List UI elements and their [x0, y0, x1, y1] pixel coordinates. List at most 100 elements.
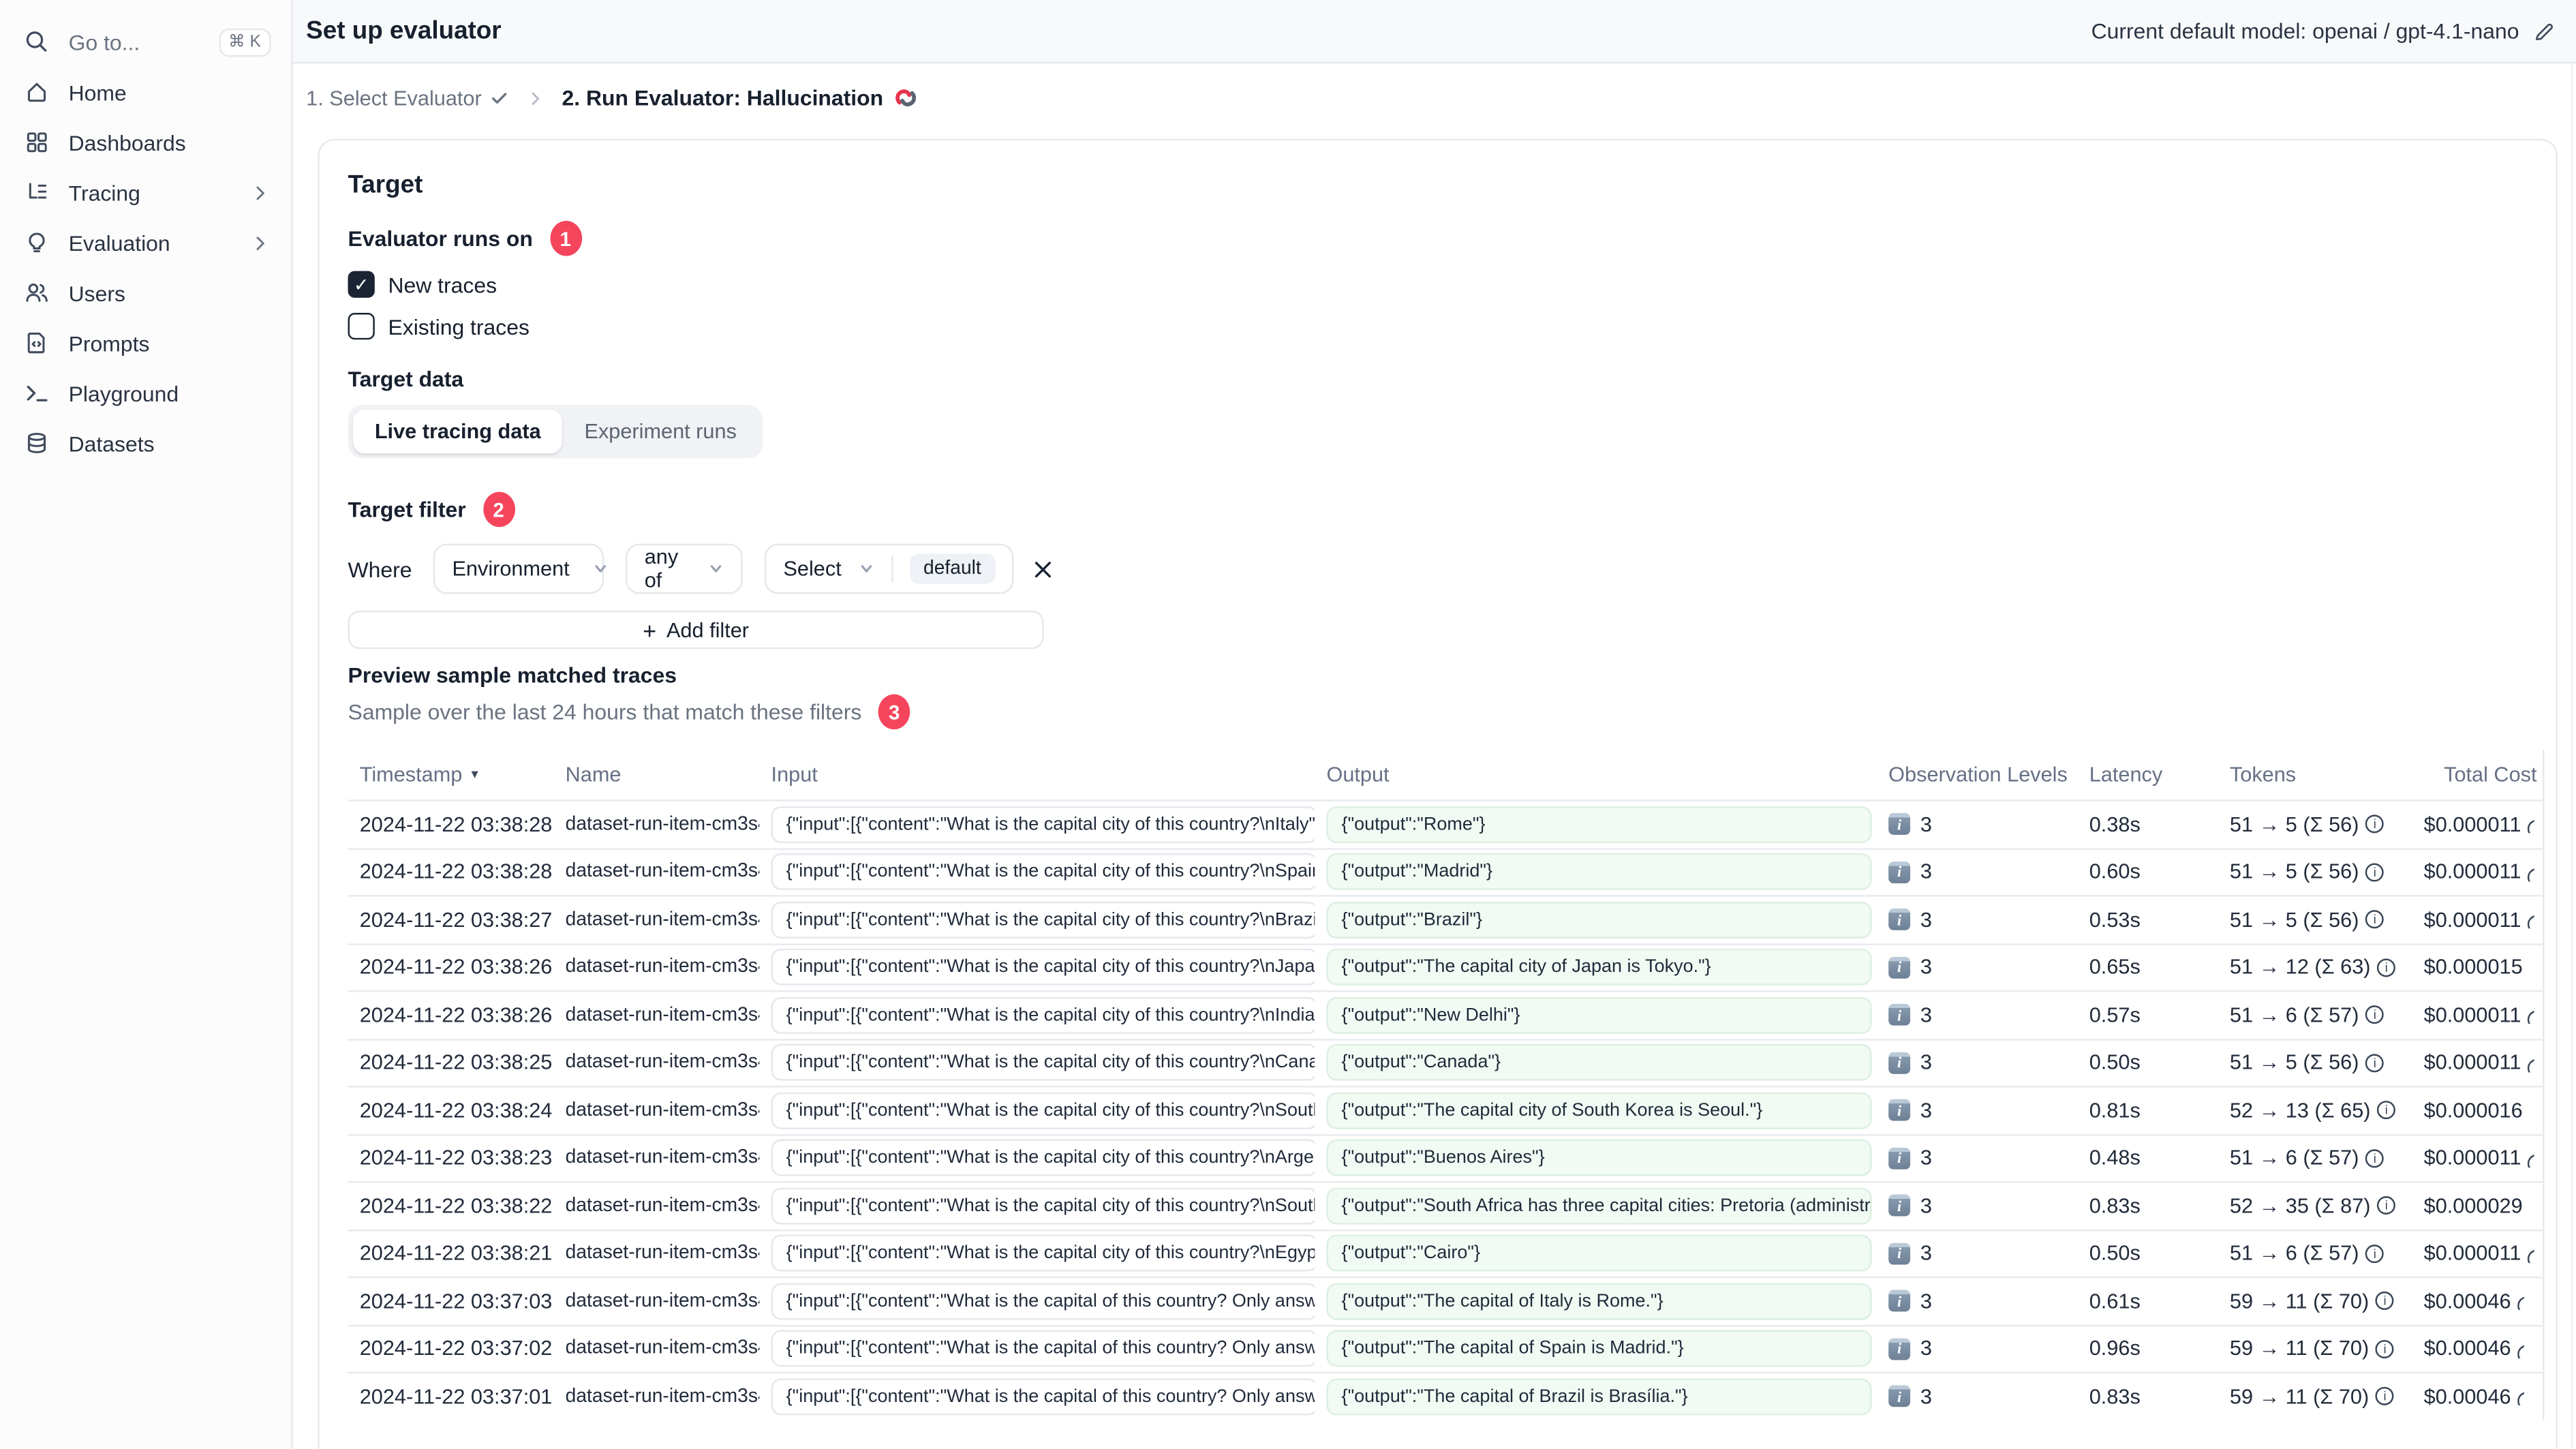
preview-subtitle: Sample over the last 24 hours that match…: [348, 699, 862, 724]
input-json-box: {"input":[{"content":"What is the capita…: [771, 1044, 1315, 1082]
info-circle-icon[interactable]: i: [2365, 1005, 2385, 1024]
cell-timestamp: 2024-11-22 03:38:23: [359, 1146, 553, 1170]
tab-live-tracing-data[interactable]: Live tracing data: [352, 410, 563, 454]
cell-name: dataset-run-item-cm3s4: [565, 1005, 760, 1026]
remove-filter-button[interactable]: [1031, 558, 1053, 580]
info-circle-icon[interactable]: i: [2365, 1148, 2385, 1168]
input-json-box: {"input":[{"content":"What is the capita…: [771, 1377, 1315, 1415]
cell-name: dataset-run-item-cm3s4: [565, 1291, 760, 1311]
table-row[interactable]: 2024-11-22 03:38:26 dataset-run-item-cm3s…: [348, 990, 2543, 1038]
check-icon: [490, 89, 508, 107]
cost-value: $0.00046: [2423, 1337, 2511, 1361]
cell-total-cost: $0.000011 i: [2414, 1003, 2543, 1026]
sidebar-goto-search[interactable]: Go to... ⌘ K: [0, 17, 291, 67]
info-square-icon: i: [1888, 1099, 1911, 1122]
cell-total-cost: $0.000011 i: [2414, 908, 2543, 932]
target-data-tabs: Live tracing data Experiment runs: [348, 405, 764, 459]
cell-output: {"output":"Madrid"}: [1315, 853, 1878, 891]
sidebar-item-prompts[interactable]: Prompts: [0, 318, 291, 368]
add-filter-button[interactable]: + Add filter: [348, 610, 1044, 650]
sidebar-item-tracing[interactable]: Tracing: [0, 167, 291, 217]
input-json-box: {"input":[{"content":"What is the capita…: [771, 1330, 1315, 1367]
cell-output: {"output":"Cairo"}: [1315, 1235, 1878, 1272]
cell-tokens: 51 → 12 (Σ 63) i: [2222, 956, 2414, 979]
table-row[interactable]: 2024-11-22 03:38:27 dataset-run-item-cm3s…: [348, 895, 2543, 943]
table-row[interactable]: 2024-11-22 03:38:28 dataset-run-item-cm3s…: [348, 847, 2543, 895]
where-label: Where: [348, 556, 412, 581]
column-header-observation-levels[interactable]: Observation Levels: [1878, 763, 2081, 786]
table-row[interactable]: 2024-11-22 03:38:25 dataset-run-item-cm3s…: [348, 1038, 2543, 1086]
sidebar-item-dashboards[interactable]: Dashboards: [0, 117, 291, 168]
table-row[interactable]: 2024-11-22 03:38:26 dataset-run-item-cm3s…: [348, 943, 2543, 990]
sidebar-item-label: Prompts: [68, 330, 150, 356]
tokens-value: 51 → 12 (Σ 63): [2229, 956, 2371, 979]
clipped-info-circle-icon: i: [2528, 815, 2535, 834]
info-circle-icon[interactable]: i: [2376, 1387, 2395, 1406]
cell-latency: 0.81s: [2089, 1099, 2141, 1123]
table-row[interactable]: 2024-11-22 03:38:21 dataset-run-item-cm3s…: [348, 1228, 2543, 1277]
input-json-box: {"input":[{"content":"What is the capita…: [771, 1092, 1315, 1129]
clipped-info-circle-icon: i: [2528, 1054, 2535, 1072]
column-header-tokens[interactable]: Tokens: [2222, 763, 2414, 786]
column-header-latency[interactable]: Latency: [2081, 763, 2221, 786]
cost-value: $0.000029: [2423, 1193, 2523, 1218]
table-row[interactable]: 2024-11-22 03:38:22 dataset-run-item-cm3s…: [348, 1180, 2543, 1229]
info-circle-icon[interactable]: i: [2365, 1244, 2385, 1263]
sidebar-item-users[interactable]: Users: [0, 268, 291, 318]
tokens-value: 51 → 6 (Σ 57): [2229, 1003, 2359, 1027]
info-circle-icon[interactable]: i: [2377, 1196, 2396, 1215]
info-circle-icon[interactable]: i: [2377, 1101, 2396, 1120]
cell-latency: 0.38s: [2089, 812, 2141, 836]
sidebar-item-evaluation[interactable]: Evaluation: [0, 217, 291, 268]
column-header-timestamp[interactable]: Timestamp ▼: [348, 763, 555, 786]
info-circle-icon[interactable]: i: [2376, 1339, 2395, 1358]
table-row[interactable]: 2024-11-22 03:37:02 dataset-run-item-cm3s…: [348, 1324, 2543, 1372]
table-row[interactable]: 2024-11-22 03:37:03 dataset-run-item-cm3s…: [348, 1276, 2543, 1324]
info-circle-icon[interactable]: i: [2365, 1053, 2385, 1072]
tab-experiment-runs[interactable]: Experiment runs: [563, 410, 758, 453]
cell-total-cost: $0.00046 i: [2414, 1385, 2543, 1408]
column-header-total-cost[interactable]: Total Cost: [2414, 763, 2543, 786]
column-header-input[interactable]: Input: [759, 763, 1315, 786]
database-icon: [23, 430, 50, 457]
cell-input: {"input":[{"content":"What is the capita…: [759, 1235, 1315, 1272]
filter-column-select[interactable]: Environment: [433, 543, 607, 594]
info-circle-icon[interactable]: i: [2365, 814, 2385, 834]
edit-model-pencil-icon[interactable]: [2532, 19, 2556, 42]
cell-total-cost: $0.00046 i: [2414, 1337, 2543, 1360]
main-area: Set up evaluator Current default model: …: [292, 0, 2576, 1449]
output-json-box: {"output":"The capital of Spain is Madri…: [1326, 1330, 1872, 1367]
cell-total-cost: $0.000011 i: [2414, 812, 2543, 836]
step-run-evaluator: 2. Run Evaluator: Hallucination: [562, 85, 919, 110]
info-circle-icon[interactable]: i: [2365, 910, 2385, 929]
info-circle-icon[interactable]: i: [2377, 958, 2396, 977]
filter-value-select[interactable]: Select default: [765, 543, 1013, 594]
cell-output: {"output":"The capital city of South Kor…: [1315, 1092, 1878, 1129]
checkbox-existing-traces[interactable]: Existing traces: [348, 313, 2556, 340]
cell-latency: 0.53s: [2089, 908, 2141, 932]
cell-timestamp: 2024-11-22 03:37:01: [359, 1384, 553, 1409]
cell-input: {"input":[{"content":"What is the capita…: [759, 1330, 1315, 1367]
step-select-evaluator[interactable]: 1. Select Evaluator: [306, 86, 508, 110]
checkbox-new-traces[interactable]: ✓ New traces: [348, 271, 2556, 298]
info-square-icon: i: [1888, 861, 1911, 883]
sidebar-item-playground[interactable]: Playground: [0, 368, 291, 418]
cell-latency: 0.61s: [2089, 1289, 2141, 1313]
sidebar-item-datasets[interactable]: Datasets: [0, 418, 291, 469]
cell-total-cost: $0.000011 i: [2414, 1146, 2543, 1170]
filter-operator-select[interactable]: any of: [626, 543, 743, 594]
output-json-box: {"output":"The capital of Brazil is Bras…: [1326, 1377, 1872, 1415]
cell-timestamp: 2024-11-22 03:37:02: [359, 1337, 553, 1361]
info-circle-icon[interactable]: i: [2365, 862, 2385, 881]
table-row[interactable]: 2024-11-22 03:38:24 dataset-run-item-cm3s…: [348, 1086, 2543, 1133]
table-row[interactable]: 2024-11-22 03:37:01 dataset-run-item-cm3s…: [348, 1371, 2543, 1420]
cell-tokens: 52 → 35 (Σ 87) i: [2222, 1194, 2414, 1217]
observation-count: 3: [1920, 1193, 1932, 1218]
table-row[interactable]: 2024-11-22 03:38:23 dataset-run-item-cm3s…: [348, 1133, 2543, 1181]
tokens-value: 59 → 11 (Σ 70): [2229, 1289, 2370, 1313]
table-row[interactable]: 2024-11-22 03:38:28 dataset-run-item-cm3s…: [348, 799, 2543, 847]
sidebar-item-home[interactable]: Home: [0, 67, 291, 117]
column-header-output[interactable]: Output: [1315, 763, 1878, 786]
info-circle-icon[interactable]: i: [2376, 1292, 2395, 1311]
column-header-name[interactable]: Name: [555, 763, 759, 786]
